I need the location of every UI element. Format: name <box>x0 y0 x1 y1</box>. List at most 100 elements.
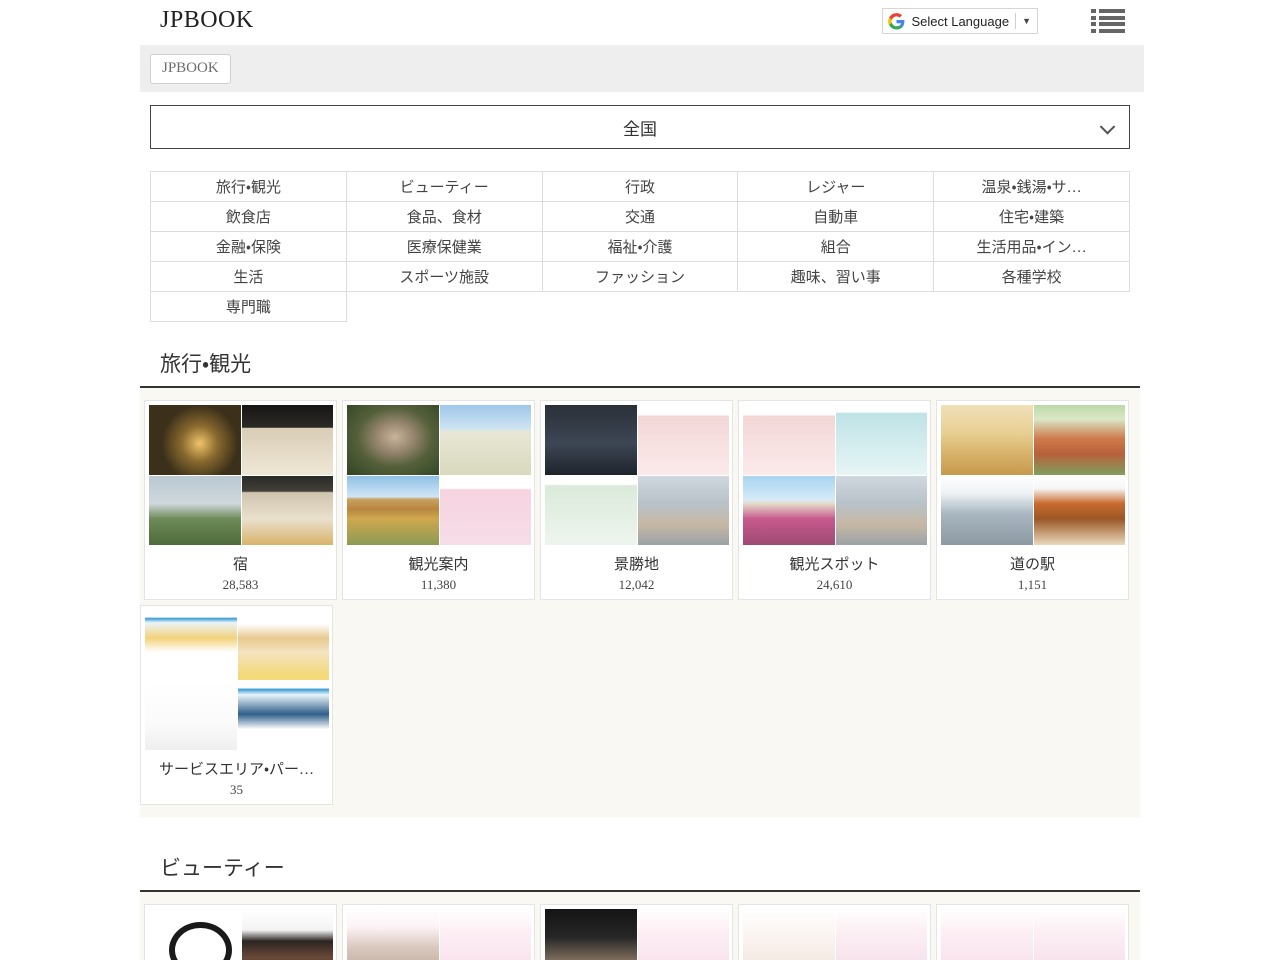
menu-row <box>1091 22 1125 26</box>
category-cell[interactable]: 専門職 <box>151 292 347 322</box>
card-count: 24,610 <box>743 577 926 593</box>
category-cell[interactable]: ビューティー <box>346 172 542 202</box>
card-thumbnail <box>440 476 532 546</box>
category-cell[interactable]: 医療保健業 <box>346 232 542 262</box>
thumbnail-image <box>440 405 532 475</box>
thumbnail-image <box>941 909 1033 960</box>
category-card[interactable]: サービスエリア・パー…35 <box>140 605 333 805</box>
card-grid: 宿 28,583 観光案内11,380景勝地12,042 観光スポット 24,610 道の… <box>140 388 1140 817</box>
thumbnail-image <box>145 610 237 680</box>
category-card[interactable] <box>342 904 535 960</box>
menu-row <box>1091 16 1125 20</box>
card-thumbnail <box>149 405 241 475</box>
region-selector[interactable]: 全国 <box>150 105 1130 149</box>
category-card[interactable] <box>540 904 733 960</box>
category-card[interactable]: 観光スポット 24,610 <box>738 400 931 600</box>
card-label: 宿 <box>149 553 332 574</box>
category-cell[interactable]: ファッション <box>542 262 738 292</box>
category-cell[interactable]: 旅行・観光 <box>151 172 347 202</box>
region-selected-value: 全国 <box>623 115 657 140</box>
card-thumbnail <box>347 405 439 475</box>
card-thumbnail <box>149 476 241 546</box>
category-card[interactable] <box>144 904 337 960</box>
card-thumbnail <box>347 909 439 960</box>
card-thumbnail-grid <box>545 405 729 545</box>
card-thumbnail <box>1034 476 1126 546</box>
category-cell[interactable]: 各種学校 <box>934 262 1130 292</box>
category-cell-empty <box>542 292 738 322</box>
category-cell[interactable]: 住宅・建築 <box>934 202 1130 232</box>
category-cell[interactable]: 金融・保険 <box>151 232 347 262</box>
category-table-body: 旅行・観光ビューティー行政レジャー温泉・銭湯・サ…飲食店食品、食材交通自動車住宅… <box>151 172 1130 322</box>
card-thumbnail <box>836 405 928 475</box>
category-card[interactable]: 道の駅1,151 <box>936 400 1129 600</box>
category-cell-empty <box>738 292 934 322</box>
category-row: 金融・保険医療保健業福祉・介護組合生活用品・イン… <box>151 232 1130 262</box>
thumbnail-image <box>836 476 928 546</box>
site-header: JPBOOK Select Language ▼ <box>0 0 1280 45</box>
category-cell[interactable]: 福祉・介護 <box>542 232 738 262</box>
card-thumbnail-grid <box>145 610 329 750</box>
category-cell[interactable]: 生活 <box>151 262 347 292</box>
category-cell[interactable]: 生活用品・イン… <box>934 232 1130 262</box>
category-card[interactable]: 観光案内11,380 <box>342 400 535 600</box>
thumbnail-image <box>743 476 835 546</box>
category-cell[interactable]: レジャー <box>738 172 934 202</box>
category-section: 旅行・観光宿28,583観光案内11,380景勝地12,042観光スポット24,… <box>140 340 1140 817</box>
category-card[interactable] <box>738 904 931 960</box>
breadcrumb-item-jpbook[interactable]: JPBOOK <box>150 54 231 84</box>
google-g-icon <box>888 13 905 30</box>
category-table: 旅行・観光ビューティー行政レジャー温泉・銭湯・サ…飲食店食品、食材交通自動車住宅… <box>150 171 1130 322</box>
card-thumbnail <box>238 610 330 680</box>
card-thumbnail-grid <box>743 909 927 960</box>
thumbnail-image <box>545 909 637 960</box>
google-translate-widget[interactable]: Select Language ▼ <box>882 8 1038 34</box>
thumbnail-image <box>545 405 637 475</box>
category-cell-empty <box>346 292 542 322</box>
card-count: 28,583 <box>149 577 332 593</box>
thumbnail-image <box>242 909 334 960</box>
thumbnail-image <box>347 405 439 475</box>
card-thumbnail <box>638 909 730 960</box>
category-card[interactable] <box>936 904 1129 960</box>
card-label: 観光スポット <box>743 553 926 574</box>
thumbnail-image <box>743 405 835 475</box>
category-cell[interactable]: 交通 <box>542 202 738 232</box>
region-selector-wrap: 全国 <box>150 105 1130 149</box>
card-count: 1,151 <box>941 577 1124 593</box>
card-thumbnail <box>743 476 835 546</box>
category-cell[interactable]: 飲食店 <box>151 202 347 232</box>
card-thumbnail-grid <box>545 909 729 960</box>
thumbnail-image <box>347 476 439 546</box>
category-card[interactable]: 宿 28,583 <box>144 400 337 600</box>
card-thumbnail <box>743 405 835 475</box>
category-cell[interactable]: 食品、食材 <box>346 202 542 232</box>
category-cell[interactable]: 自動車 <box>738 202 934 232</box>
card-thumbnail-grid <box>149 405 333 545</box>
category-row: 飲食店食品、食材交通自動車住宅・建築 <box>151 202 1130 232</box>
card-thumbnail-grid <box>149 909 333 960</box>
card-label: 観光案内 <box>347 553 530 574</box>
card-thumbnail <box>1034 909 1126 960</box>
card-thumbnail <box>1034 405 1126 475</box>
category-cell[interactable]: 行政 <box>542 172 738 202</box>
card-grid <box>140 892 1140 960</box>
translate-caret-icon[interactable]: ▼ <box>1022 17 1031 26</box>
card-thumbnail <box>149 909 241 960</box>
site-logo[interactable]: JPBOOK <box>160 7 254 34</box>
thumbnail-image <box>238 610 330 680</box>
card-thumbnail <box>440 909 532 960</box>
list-menu-icon[interactable] <box>1091 6 1125 36</box>
thumbnail-image <box>638 909 730 960</box>
category-card[interactable]: 景勝地12,042 <box>540 400 733 600</box>
card-thumbnail <box>836 909 928 960</box>
category-cell[interactable]: 趣味、習い事 <box>738 262 934 292</box>
thumbnail-image <box>242 405 334 475</box>
thumbnail-image <box>440 476 532 546</box>
category-cell[interactable]: スポーツ施設 <box>346 262 542 292</box>
thumbnail-image <box>149 909 241 960</box>
category-row: 生活スポーツ施設ファッション趣味、習い事各種学校 <box>151 262 1130 292</box>
category-cell[interactable]: 温泉・銭湯・サ… <box>934 172 1130 202</box>
category-section: ビューティー <box>140 844 1140 960</box>
category-cell[interactable]: 組合 <box>738 232 934 262</box>
